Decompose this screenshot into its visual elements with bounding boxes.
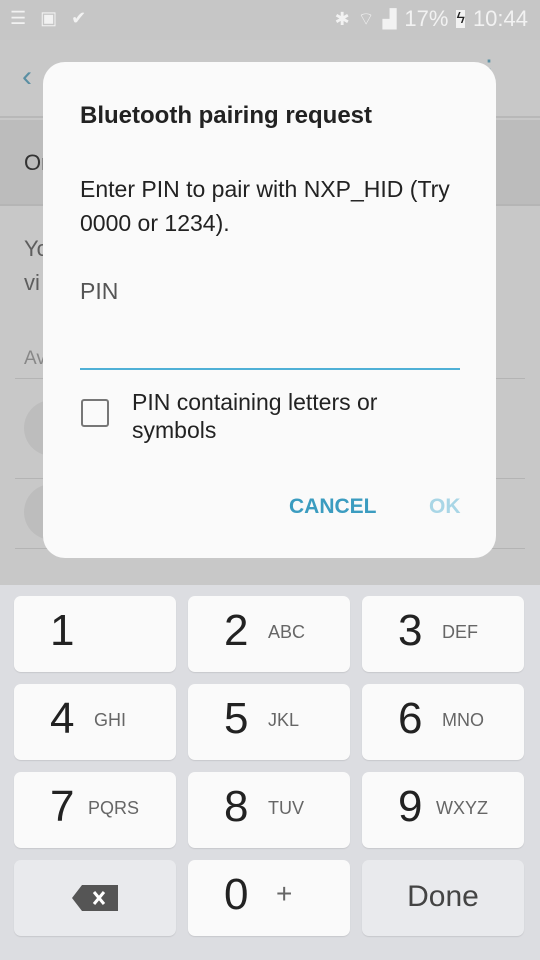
signal-icon: ▟ xyxy=(382,8,397,29)
task-check-icon: ✔ xyxy=(71,8,87,28)
status-bar: ☰ ▣ ✔ ✱ ⌔ ▟ 17% ϟ 10:44 xyxy=(0,0,540,40)
key-digit: 6 xyxy=(398,694,423,743)
key-digit: 5 xyxy=(224,694,249,743)
alphanumeric-pin-checkbox[interactable] xyxy=(81,399,109,427)
description-line-2: vi xyxy=(24,270,40,295)
checkbox-label[interactable]: PIN containing letters or symbols xyxy=(132,388,432,444)
backspace-key[interactable] xyxy=(14,860,176,936)
key-6[interactable]: 6 MNO xyxy=(362,684,524,760)
key-letters: TUV xyxy=(268,798,304,818)
key-digit: 8 xyxy=(224,782,249,831)
backspace-icon xyxy=(72,885,118,911)
key-2[interactable]: 2 ABC xyxy=(188,596,350,672)
key-9[interactable]: 9 WXYZ xyxy=(362,772,524,848)
pin-input[interactable] xyxy=(80,324,460,370)
key-4[interactable]: 4 GHI xyxy=(14,684,176,760)
key-3[interactable]: 3 DEF xyxy=(362,596,524,672)
done-label: Done xyxy=(407,880,479,913)
key-1[interactable]: 1 xyxy=(14,596,176,672)
key-digit: 0 xyxy=(224,870,249,919)
key-letters: PQRS xyxy=(88,798,140,818)
key-digit: 1 xyxy=(50,606,75,655)
key-letters: JKL xyxy=(268,710,300,730)
key-0[interactable]: 0 + xyxy=(188,860,350,936)
wifi-icon: ⌔ xyxy=(357,8,375,29)
image-icon: ▣ xyxy=(40,8,58,28)
key-letters: ABC xyxy=(268,622,306,642)
ok-button[interactable]: OK xyxy=(429,495,461,519)
pairing-dialog: Bluetooth pairing request Enter PIN to p… xyxy=(43,62,496,558)
key-letters: WXYZ xyxy=(436,798,488,818)
done-key[interactable]: Done xyxy=(362,860,524,936)
dialog-title: Bluetooth pairing request xyxy=(80,102,373,129)
key-letters: GHI xyxy=(94,710,127,730)
key-digit: 4 xyxy=(50,694,75,743)
key-letters: DEF xyxy=(442,622,478,642)
battery-charging-icon: ϟ xyxy=(456,10,465,28)
key-digit: 9 xyxy=(398,782,423,831)
notification-list-icon: ☰ xyxy=(10,8,27,28)
cancel-button[interactable]: CANCEL xyxy=(289,495,377,519)
battery-percent: 17% xyxy=(404,6,449,31)
key-5[interactable]: 5 JKL xyxy=(188,684,350,760)
key-8[interactable]: 8 TUV xyxy=(188,772,350,848)
key-letters: MNO xyxy=(442,710,484,730)
key-digit: 2 xyxy=(224,606,249,655)
key-digit: 3 xyxy=(398,606,423,655)
dialog-message: Enter PIN to pair with NXP_HID (Try 0000… xyxy=(80,176,450,236)
back-icon[interactable]: ‹ xyxy=(22,60,32,94)
clock: 10:44 xyxy=(472,6,528,31)
numeric-keypad: Done 1 2 ABC 3 DEF 4 GHI 5 JKL 6 MNO 7 PQRS 8 TUV 9 WXYZ… xyxy=(0,585,540,960)
pin-label: PIN xyxy=(80,278,119,304)
key-letters: + xyxy=(276,878,293,909)
bluetooth-icon: ✱ xyxy=(334,8,350,29)
key-7[interactable]: 7 PQRS xyxy=(14,772,176,848)
key-digit: 7 xyxy=(50,782,75,831)
